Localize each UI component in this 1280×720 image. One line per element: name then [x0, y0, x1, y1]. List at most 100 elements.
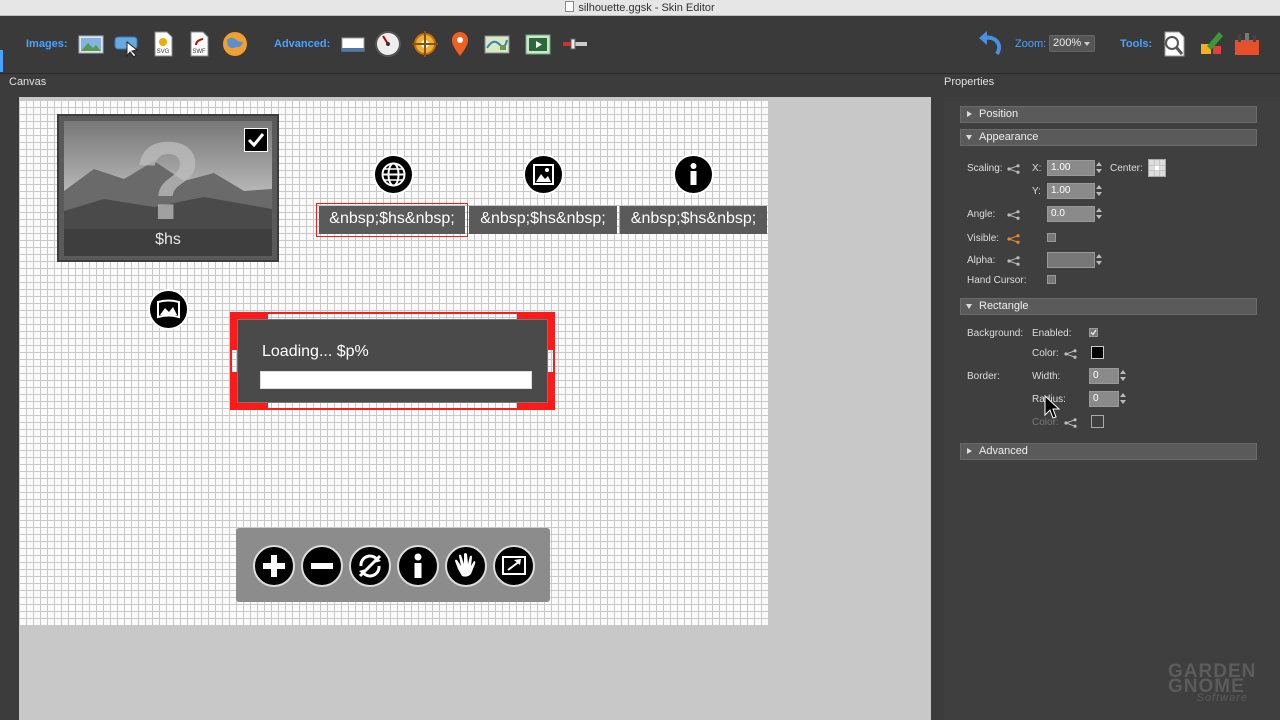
globe-button[interactable] [373, 154, 414, 195]
scale-y-stepper[interactable] [1095, 183, 1104, 199]
svg-file-icon[interactable]: SVG [149, 30, 177, 58]
thumbnail-label: $hs [155, 231, 181, 248]
angle-label: Angle: [967, 209, 996, 220]
info-control-button[interactable] [397, 545, 439, 587]
toolbox-icon[interactable] [1233, 30, 1261, 58]
text-box-selected[interactable]: &nbsp;$hs&nbsp; [316, 203, 468, 237]
svg-text:?: ? [134, 121, 201, 229]
zoom-out-button[interactable] [301, 545, 343, 587]
compass-icon[interactable] [374, 30, 402, 58]
background-enabled-checkbox[interactable] [1089, 328, 1098, 337]
share-icon[interactable] [1064, 418, 1078, 428]
share-icon-active[interactable] [1007, 234, 1021, 244]
autorotate-button[interactable] [349, 545, 391, 587]
swf-file-icon[interactable]: SWF [185, 30, 213, 58]
landscape-placeholder-image: ? [64, 121, 272, 229]
border-width-input[interactable]: 0 [1089, 368, 1119, 384]
section-position[interactable]: Position [960, 106, 1257, 123]
border-color-swatch[interactable] [1091, 415, 1104, 428]
visible-label: Visible: [967, 233, 1000, 244]
rectangle-icon[interactable] [339, 30, 367, 58]
panorama-icon [157, 299, 180, 319]
canvas-grid[interactable]: ? $hs &nbsp;$hs&nbsp; &nbsp;$hs&nbsp; &n… [19, 100, 769, 625]
toolbar: Images: SVG SWF Advanced: Zoom: 200% Too… [0, 16, 1280, 74]
panorama-button[interactable] [148, 289, 189, 330]
map-pin-icon[interactable] [446, 30, 474, 58]
y-label: Y: [1032, 186, 1041, 197]
advanced-label: Advanced: [274, 38, 331, 50]
loading-box-selection[interactable]: Loading... $p% [230, 312, 555, 410]
section-advanced[interactable]: Advanced [960, 443, 1257, 460]
scale-x-input[interactable]: 1.00 [1047, 160, 1095, 176]
image-button-icon[interactable] [113, 30, 141, 58]
zoom-tool-icon[interactable] [1160, 30, 1188, 58]
expand-icon [967, 111, 972, 117]
share-icon[interactable] [1064, 349, 1078, 359]
width-label: Width: [1032, 371, 1061, 382]
share-icon[interactable] [1007, 164, 1021, 174]
image-button[interactable] [523, 154, 564, 195]
picture-icon [533, 164, 554, 185]
canvas-title: Canvas [9, 76, 47, 88]
hand-cursor-label: Hand Cursor: [967, 275, 1027, 286]
undo-icon[interactable] [975, 28, 1005, 58]
zoom-value: 200% [1053, 37, 1082, 49]
minus-icon [311, 563, 333, 569]
canvas[interactable]: ? $hs &nbsp;$hs&nbsp; &nbsp;$hs&nbsp; &n… [19, 97, 931, 720]
info-icon [690, 163, 697, 185]
visible-checkbox[interactable] [1047, 233, 1056, 242]
alpha-stepper[interactable] [1095, 252, 1104, 268]
border-radius-input[interactable]: 0 [1089, 391, 1119, 407]
share-icon[interactable] [1007, 256, 1021, 266]
enabled-label: Enabled: [1032, 328, 1072, 339]
progress-bar [260, 371, 532, 389]
properties-title: Properties [944, 76, 995, 88]
scale-y-input[interactable]: 1.00 [1047, 183, 1095, 199]
text-box[interactable]: &nbsp;$hs&nbsp; [469, 206, 617, 234]
image-icon[interactable] [77, 30, 105, 58]
angle-input[interactable]: 0.0 [1047, 206, 1095, 222]
properties-panel: Position Appearance Scaling: X: 1.00 Cen… [944, 97, 1280, 720]
expand-icon [967, 448, 972, 454]
images-label: Images: [26, 38, 68, 50]
background-color-swatch[interactable] [1091, 346, 1104, 359]
mouse-cursor-icon [1044, 395, 1060, 419]
scale-x-stepper[interactable] [1095, 160, 1104, 176]
share-icon[interactable] [1007, 210, 1021, 220]
thumbnail-frame[interactable]: ? $hs [57, 114, 279, 262]
thumbnail-caption-bar: $hs [64, 229, 272, 256]
info-button[interactable] [673, 154, 714, 195]
border-radius-stepper[interactable] [1119, 391, 1128, 407]
center-grid-icon[interactable] [1148, 159, 1166, 177]
zoom-in-button[interactable] [253, 545, 295, 587]
crosshair-icon[interactable] [411, 30, 439, 58]
alpha-input[interactable] [1047, 252, 1095, 268]
alpha-label: Alpha: [967, 255, 996, 266]
fullscreen-button[interactable] [493, 545, 535, 587]
window-title: silhouette.ggsk - Skin Editor [578, 2, 715, 14]
tools-label: Tools: [1120, 38, 1153, 50]
loading-text: Loading... $p% [262, 343, 369, 360]
color-label: Color: [1032, 348, 1059, 359]
angle-stepper[interactable] [1095, 206, 1104, 222]
x-label: X: [1032, 163, 1042, 174]
paint-tool-icon[interactable] [1197, 30, 1225, 58]
info-icon [414, 553, 422, 578]
collapse-icon [966, 304, 972, 309]
hand-cursor-checkbox[interactable] [1047, 275, 1056, 284]
slider-icon[interactable] [560, 30, 588, 58]
hand-mode-button[interactable] [445, 545, 487, 587]
globe-icon[interactable] [221, 30, 249, 58]
border-width-stepper[interactable] [1119, 368, 1128, 384]
map-icon[interactable] [483, 30, 511, 58]
zoom-select[interactable]: 200% [1049, 35, 1095, 52]
checkbox[interactable] [244, 128, 268, 152]
section-rectangle[interactable]: Rectangle [960, 298, 1257, 315]
plus-icon [263, 555, 285, 577]
collapse-icon [966, 135, 972, 140]
svg-text:SWF: SWF [192, 49, 206, 55]
text-box[interactable]: &nbsp;$hs&nbsp; [619, 206, 767, 234]
video-icon[interactable] [524, 30, 552, 58]
section-appearance[interactable]: Appearance [960, 129, 1257, 146]
progress-track [260, 371, 532, 389]
